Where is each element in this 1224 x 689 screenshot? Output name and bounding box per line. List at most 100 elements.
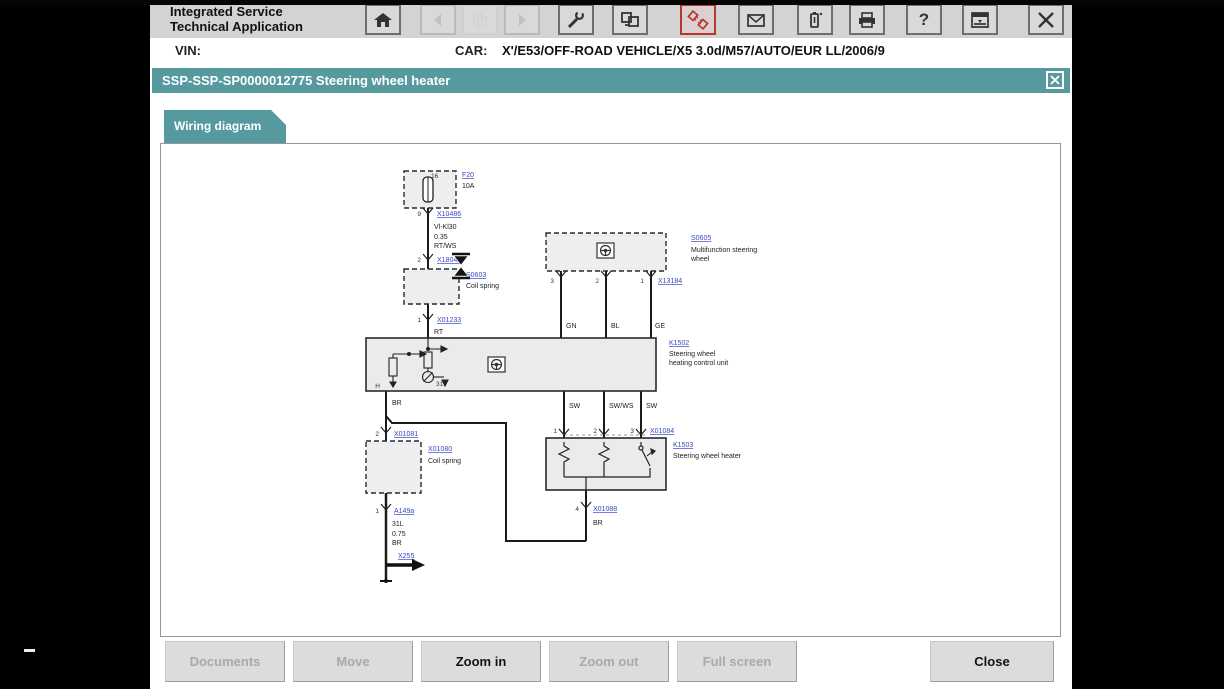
terminal-label: 31 xyxy=(436,381,444,388)
app-title-line1: Integrated Service xyxy=(170,4,303,19)
home-icon xyxy=(372,10,394,30)
wire-spec: RT/WS xyxy=(434,243,457,250)
wire-color: SW/WS xyxy=(609,403,634,410)
component-name: Multifunction steering xyxy=(691,247,757,254)
full-screen-button[interactable]: Full screen xyxy=(677,641,797,682)
app-window: Integrated Service Technical Application xyxy=(150,0,1072,689)
print-button[interactable] xyxy=(849,4,885,35)
close-icon xyxy=(1050,75,1060,85)
pin-label: 3 xyxy=(550,278,554,285)
wire-color: BR xyxy=(593,520,603,527)
window-layout-icon xyxy=(969,10,991,30)
service-wrench-button[interactable] xyxy=(558,4,594,35)
component-link[interactable]: K1502 xyxy=(669,340,689,347)
ground-arrow-icon xyxy=(412,559,425,571)
component-link[interactable]: S0605 xyxy=(691,235,711,242)
car-label: CAR: xyxy=(455,43,488,58)
connector-link[interactable]: X01233 xyxy=(437,317,461,324)
pin-label: 2 xyxy=(417,257,421,264)
wire-color: SW xyxy=(646,403,658,410)
connection-broken-icon xyxy=(687,10,709,30)
connector-link[interactable]: X01081 xyxy=(394,431,418,438)
wire-spec: 0.35 xyxy=(434,234,448,241)
dialog-titlebar: SSP-SSP-SP0000012775 Steering wheel heat… xyxy=(152,68,1070,93)
connector-link[interactable]: X10486 xyxy=(437,211,461,218)
pin-label: 1 xyxy=(553,428,557,435)
component-link[interactable]: K1503 xyxy=(673,442,693,449)
component-name: Steering wheel xyxy=(669,351,716,358)
mail-icon xyxy=(745,10,767,30)
pin-label: 2 xyxy=(593,428,597,435)
home-button[interactable] xyxy=(365,4,401,35)
close-button[interactable]: Close xyxy=(930,641,1054,682)
tab-wiring-diagram[interactable]: Wiring diagram xyxy=(164,110,286,144)
wire-spec: 31L xyxy=(392,521,404,528)
steering-wheel-icon xyxy=(597,243,614,258)
printer-icon xyxy=(855,10,879,30)
vehicle-interface-icon xyxy=(619,10,641,30)
forward-arrow-icon xyxy=(511,10,533,30)
vehicle-interface-button[interactable] xyxy=(612,4,648,35)
connector-link[interactable]: X01084 xyxy=(650,428,674,435)
wrench-icon xyxy=(565,10,587,30)
component-name: Coil spring xyxy=(466,283,499,290)
documents-button[interactable]: Documents xyxy=(165,641,285,682)
ground-link[interactable]: X255 xyxy=(398,553,414,560)
button-label: Zoom in xyxy=(456,654,507,669)
button-label: Close xyxy=(974,654,1009,669)
dialog-title: SSP-SSP-SP0000012775 Steering wheel heat… xyxy=(162,73,450,88)
zoom-out-button[interactable]: Zoom out xyxy=(549,641,669,682)
component-name: wheel xyxy=(690,256,710,263)
back-button[interactable] xyxy=(420,4,456,35)
window-layout-button[interactable] xyxy=(962,4,998,35)
close-icon xyxy=(1035,10,1057,30)
screen: Integrated Service Technical Application xyxy=(0,0,1224,689)
control-unit-icon xyxy=(488,357,505,372)
button-label: Documents xyxy=(190,654,261,669)
car-value: X'/E53/OFF-ROAD VEHICLE/X5 3.0d/M57/AUTO… xyxy=(502,43,885,58)
top-black-strip xyxy=(0,0,1224,5)
battery-button[interactable] xyxy=(797,4,833,35)
move-button[interactable]: Move xyxy=(293,641,413,682)
component-link[interactable]: X01080 xyxy=(428,446,452,453)
fuse-rating: 10A xyxy=(462,183,475,190)
terminal-label: H xyxy=(375,383,380,390)
button-label: Move xyxy=(336,654,369,669)
pin-label: 2 xyxy=(595,278,599,285)
connection-status-button[interactable] xyxy=(680,4,716,35)
zoom-in-button[interactable]: Zoom in xyxy=(421,641,541,682)
button-label: Full screen xyxy=(703,654,772,669)
dash-mark xyxy=(24,649,35,652)
wiring-diagram-panel: 16 F20 10A 9 X10486 Vl-Kl30 0.35 RT/WS 2… xyxy=(160,143,1061,637)
connector-link[interactable]: X13184 xyxy=(658,278,682,285)
document-icon xyxy=(469,10,491,30)
pin-label: 3 xyxy=(630,428,634,435)
wire-color: SW xyxy=(569,403,581,410)
wire-spec: 0.75 xyxy=(392,531,406,538)
ground-point xyxy=(384,579,388,583)
close-app-button[interactable] xyxy=(1028,4,1064,35)
pin-label: 1 xyxy=(417,317,421,324)
wire-spec: BR xyxy=(392,540,402,547)
component-name: Steering wheel heater xyxy=(673,453,742,460)
wiring-diagram-svg: 16 F20 10A 9 X10486 Vl-Kl30 0.35 RT/WS 2… xyxy=(161,144,1060,636)
button-label: Zoom out xyxy=(579,654,638,669)
connector-link[interactable]: A149a xyxy=(394,508,414,515)
connector-link[interactable]: X01088 xyxy=(593,506,617,513)
component-name: Coil spring xyxy=(428,458,461,465)
wire-spec: Vl-Kl30 xyxy=(434,224,457,231)
pin-label: 1 xyxy=(640,278,644,285)
document-button[interactable] xyxy=(462,4,498,35)
forward-button[interactable] xyxy=(504,4,540,35)
pin-label: 9 xyxy=(417,211,421,218)
dialog-close-button[interactable] xyxy=(1046,71,1064,89)
help-icon: ? xyxy=(919,10,929,30)
fuse-link[interactable]: F20 xyxy=(462,172,474,179)
control-unit-box xyxy=(366,338,656,391)
pin-label: 4 xyxy=(575,506,579,513)
help-button[interactable]: ? xyxy=(906,4,942,35)
wire-color: BL xyxy=(611,323,620,330)
mail-button[interactable] xyxy=(738,4,774,35)
wire-color: GE xyxy=(655,323,665,330)
back-arrow-icon xyxy=(427,10,449,30)
